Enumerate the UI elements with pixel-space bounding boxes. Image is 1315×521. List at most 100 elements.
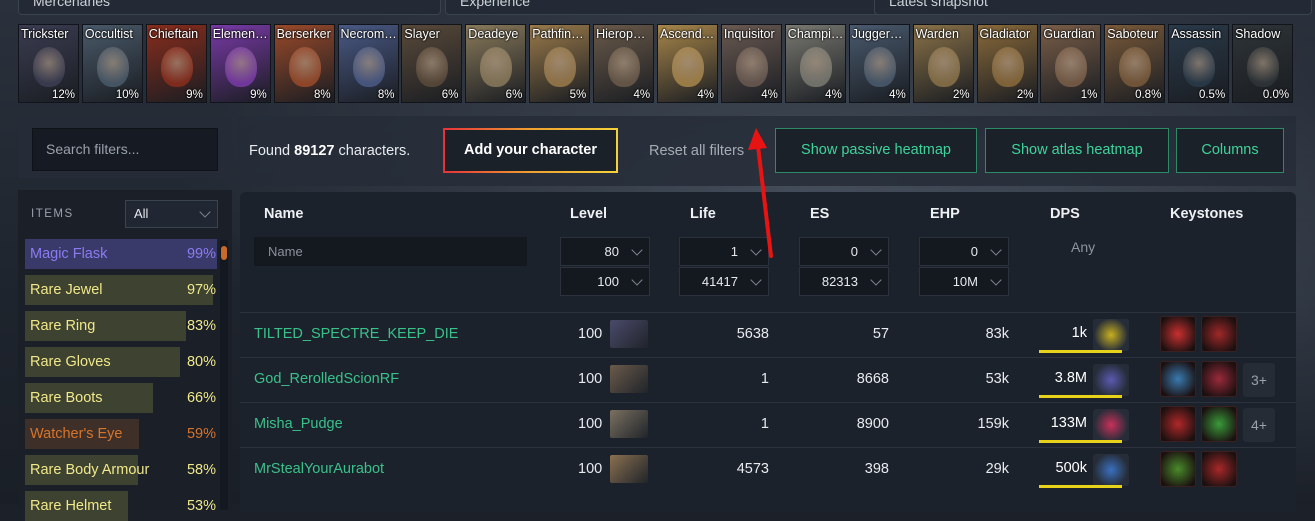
keystone-icon[interactable] bbox=[1160, 406, 1196, 442]
header-ehp[interactable]: EHP bbox=[930, 206, 960, 222]
class-name: Hierop… bbox=[596, 27, 646, 41]
name-filter-input[interactable]: Name bbox=[254, 237, 527, 266]
class-percentage: 10% bbox=[115, 89, 139, 101]
keystone-icon[interactable] bbox=[1160, 361, 1196, 397]
character-name-link[interactable]: God_RerolledScionRF bbox=[254, 371, 399, 387]
item-filter-row[interactable]: Watcher's Eye 59% bbox=[25, 419, 219, 449]
class-card[interactable]: Warden 2% bbox=[912, 24, 974, 103]
es-min-select[interactable]: 0 bbox=[799, 237, 889, 266]
character-name-link[interactable]: TILTED_SPECTRE_KEEP_DIE bbox=[254, 326, 458, 342]
keystone-icon[interactable] bbox=[1160, 451, 1196, 487]
tab-experience[interactable]: Experience bbox=[445, 0, 881, 15]
chevron-down-icon bbox=[631, 244, 643, 256]
class-name: Inquisitor bbox=[723, 27, 775, 41]
skill-gem-icon bbox=[1093, 454, 1129, 486]
dps-bar bbox=[1039, 485, 1122, 488]
header-keystones[interactable]: Keystones bbox=[1170, 206, 1243, 222]
class-percentage: 4% bbox=[697, 89, 714, 101]
header-es[interactable]: ES bbox=[810, 206, 829, 222]
item-name: Watcher's Eye bbox=[30, 426, 123, 442]
keystone-icon[interactable] bbox=[1160, 316, 1196, 352]
class-card[interactable]: Elemen… 9% bbox=[209, 24, 271, 103]
header-level[interactable]: Level bbox=[570, 206, 607, 222]
class-portrait bbox=[1119, 47, 1152, 87]
class-card[interactable]: Necrom… 8% bbox=[337, 24, 399, 103]
class-card[interactable]: Ascend… 4% bbox=[657, 24, 718, 103]
class-card[interactable]: Shadow 0.0% bbox=[1232, 24, 1294, 103]
level-max-select[interactable]: 100 bbox=[560, 267, 650, 296]
class-name: Slayer bbox=[404, 27, 440, 41]
ehp-max-select[interactable]: 10M bbox=[919, 267, 1009, 296]
class-percentage: 2% bbox=[1016, 89, 1034, 101]
keystone-icon[interactable] bbox=[1201, 406, 1237, 442]
es-value: 57 bbox=[872, 326, 889, 342]
dps-cell[interactable]: 500k bbox=[1039, 453, 1129, 488]
class-card[interactable]: Deadeye 6% bbox=[465, 24, 527, 103]
dps-cell[interactable]: 3.8M bbox=[1039, 363, 1129, 398]
add-character-button[interactable]: Add your character bbox=[443, 128, 618, 173]
dps-filter-any[interactable]: Any bbox=[1071, 239, 1095, 255]
item-name: Rare Boots bbox=[30, 390, 103, 406]
character-name-link[interactable]: Misha_Pudge bbox=[254, 416, 343, 432]
items-type-select[interactable]: All bbox=[125, 200, 218, 228]
class-card[interactable]: Pathfin… 5% bbox=[529, 24, 591, 103]
items-scrollbar-thumb[interactable] bbox=[221, 246, 227, 260]
level-min-select[interactable]: 80 bbox=[560, 237, 650, 266]
header-life[interactable]: Life bbox=[690, 206, 716, 222]
item-filter-row[interactable]: Magic Flask 99% bbox=[25, 239, 219, 269]
class-distribution-strip: Trickster 12% Occultist 10% Chieftain 9% Eleme… bbox=[18, 24, 1296, 104]
tab-mercenaries[interactable]: Mercenaries bbox=[18, 0, 441, 15]
class-card[interactable]: Chieftain 9% bbox=[145, 24, 207, 103]
dps-cell[interactable]: 133M bbox=[1039, 408, 1129, 443]
class-name: Occultist bbox=[84, 27, 133, 41]
class-card[interactable]: Inquisitor 4% bbox=[720, 24, 782, 103]
class-card[interactable]: Jugger… 4% bbox=[848, 24, 910, 103]
keystone-icon[interactable] bbox=[1201, 316, 1237, 352]
dps-cell[interactable]: 1k bbox=[1039, 318, 1129, 353]
class-card[interactable]: Guardian 1% bbox=[1040, 24, 1102, 103]
item-filter-row[interactable]: Rare Body Armour 58% bbox=[25, 455, 219, 485]
class-percentage: 8% bbox=[377, 89, 395, 101]
reset-filters-button[interactable]: Reset all filters bbox=[649, 143, 744, 159]
more-keystones-badge[interactable]: 3+ bbox=[1243, 363, 1275, 397]
class-card[interactable]: Slayer 6% bbox=[401, 24, 463, 103]
items-scrollbar[interactable] bbox=[220, 240, 228, 510]
header-name[interactable]: Name bbox=[264, 206, 304, 222]
class-card[interactable]: Assassin 0.5% bbox=[1168, 24, 1230, 103]
class-name: Necrom… bbox=[340, 27, 397, 41]
ehp-value: 159k bbox=[977, 416, 1009, 432]
keystone-icon[interactable] bbox=[1201, 361, 1237, 397]
class-card[interactable]: Hierop… 4% bbox=[593, 24, 655, 103]
passive-heatmap-button[interactable]: Show passive heatmap bbox=[775, 128, 977, 173]
life-max-select[interactable]: 41417 bbox=[679, 267, 769, 296]
keystone-icon[interactable] bbox=[1201, 451, 1237, 487]
item-filter-row[interactable]: Rare Helmet 53% bbox=[25, 491, 219, 521]
search-filters-input[interactable]: Search filters... bbox=[32, 128, 218, 171]
level-value: 100 bbox=[578, 326, 603, 342]
ehp-min-select[interactable]: 0 bbox=[919, 237, 1009, 266]
item-percentage: 53% bbox=[186, 498, 216, 514]
class-card[interactable]: Gladiator 2% bbox=[976, 24, 1038, 103]
atlas-heatmap-button[interactable]: Show atlas heatmap bbox=[985, 128, 1169, 173]
item-filter-row[interactable]: Rare Gloves 80% bbox=[25, 347, 219, 377]
chevron-down-icon bbox=[870, 244, 882, 256]
character-name-link[interactable]: MrStealYourAurabot bbox=[254, 461, 384, 477]
more-keystones-badge[interactable]: 4+ bbox=[1243, 408, 1275, 442]
item-percentage: 99% bbox=[186, 246, 216, 262]
class-card[interactable]: Saboteur 0.8% bbox=[1104, 24, 1166, 103]
es-max-select[interactable]: 82313 bbox=[799, 267, 889, 296]
item-filter-row[interactable]: Rare Jewel 97% bbox=[25, 275, 219, 305]
tab-latest-snapshot[interactable]: Latest snapshot bbox=[874, 0, 1312, 15]
class-thumbnail bbox=[610, 320, 648, 348]
item-filter-row[interactable]: Rare Boots 66% bbox=[25, 383, 219, 413]
class-card[interactable]: Champi… 4% bbox=[784, 24, 846, 103]
life-min-select[interactable]: 1 bbox=[679, 237, 769, 266]
item-filter-row[interactable]: Rare Ring 83% bbox=[25, 311, 219, 341]
class-card[interactable]: Berserker 8% bbox=[273, 24, 335, 103]
class-card[interactable]: Trickster 12% bbox=[18, 24, 79, 103]
class-card[interactable]: Occultist 10% bbox=[81, 24, 143, 103]
columns-button[interactable]: Columns bbox=[1176, 128, 1284, 173]
item-name: Rare Gloves bbox=[30, 354, 111, 370]
header-dps[interactable]: DPS bbox=[1050, 206, 1080, 222]
level-value: 100 bbox=[578, 371, 603, 387]
